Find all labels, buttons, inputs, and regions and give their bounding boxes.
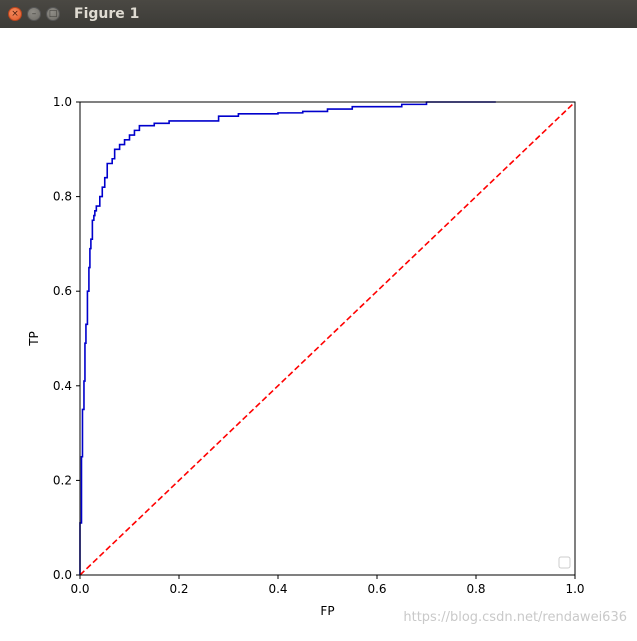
x-tick-label: 0.2 <box>169 582 188 596</box>
watermark-text: https://blog.csdn.net/rendawei636 <box>403 610 627 625</box>
y-tick-label: 0.8 <box>53 190 72 204</box>
window-titlebar: × – □ Figure 1 <box>0 0 637 28</box>
minimize-icon: – <box>31 8 37 19</box>
x-tick-label: 0.8 <box>466 582 485 596</box>
y-tick-label: 0.2 <box>53 473 72 487</box>
close-window-button[interactable]: × <box>8 7 22 21</box>
y-tick-label: 1.0 <box>53 95 72 109</box>
x-tick-label: 0.4 <box>268 582 287 596</box>
x-axis-label: FP <box>320 604 334 618</box>
window-title: Figure 1 <box>74 6 140 22</box>
x-tick-label: 0.6 <box>367 582 386 596</box>
x-tick-label: 0.0 <box>70 582 89 596</box>
figure-canvas: 0.0 0.2 0.4 0.6 0.8 1.0 0.0 0.2 0.4 0.6 0.8 1.0 FP … <box>0 28 637 637</box>
diagonal-reference-line <box>79 101 576 576</box>
maximize-icon: □ <box>48 8 58 19</box>
series-layer <box>79 101 576 576</box>
minimize-window-button[interactable]: – <box>27 7 41 21</box>
legend-box <box>558 556 571 569</box>
close-icon: × <box>11 8 19 19</box>
y-axis-label: TP <box>27 331 41 347</box>
y-tick-label: 0.0 <box>53 568 72 582</box>
x-tick-label: 1.0 <box>565 582 584 596</box>
roc-chart: 0.0 0.2 0.4 0.6 0.8 1.00.00.20.40.60.81.0 FP … <box>27 95 585 618</box>
roc-curve-line <box>79 101 496 575</box>
y-tick-label: 0.4 <box>53 379 72 393</box>
maximize-window-button[interactable]: □ <box>46 7 60 21</box>
y-tick-label: 0.6 <box>53 284 72 298</box>
